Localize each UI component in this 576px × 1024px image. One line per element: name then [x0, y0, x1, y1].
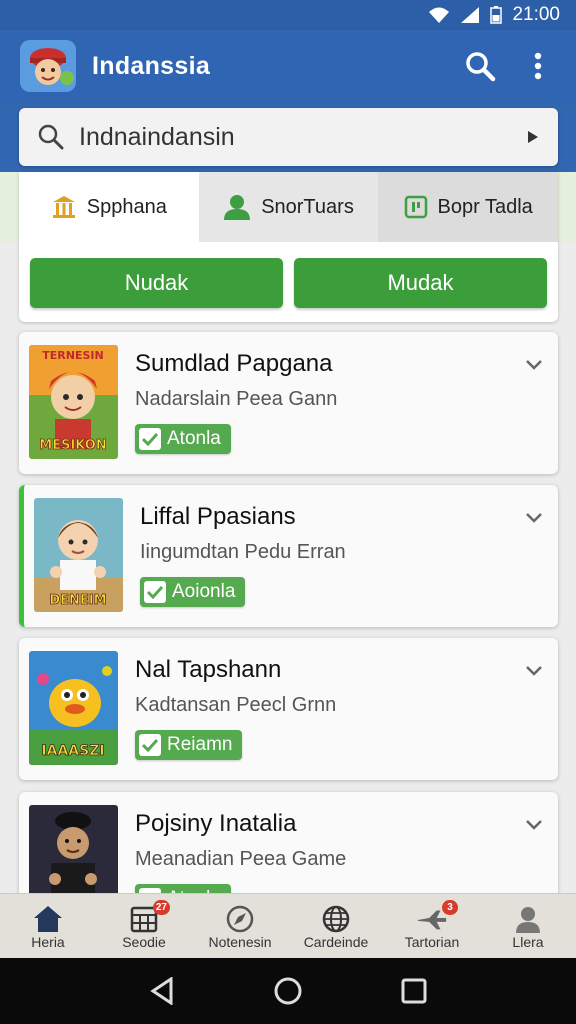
game-title: Pojsiny Inatalia [135, 810, 297, 837]
category-tabs: Spphana SnorTuars Bopr Tadla [19, 172, 558, 242]
back-icon[interactable] [149, 977, 175, 1005]
signal-icon [461, 7, 480, 23]
nav-label: Cardeinde [303, 934, 369, 950]
status-badge: Aoionla [140, 577, 246, 607]
tab-bopr-tadla[interactable]: Bopr Tadla [378, 172, 558, 242]
nav-item-notenesin[interactable]: Notenesin [192, 894, 288, 958]
more-vert-icon [534, 52, 542, 80]
checkmark-icon [139, 734, 161, 756]
badge-label: Atonla [167, 428, 221, 449]
mudak-button[interactable]: Mudak [294, 258, 547, 308]
game-thumbnail: IAAASZI [29, 651, 118, 765]
game-subtitle: Kadtansan Peecl Grnn [135, 694, 337, 716]
game-subtitle: Meanadian Peea Game [135, 848, 347, 870]
temple-icon [52, 196, 75, 218]
game-title: Sumdlad Papgana [135, 350, 333, 377]
game-card[interactable]: IAAASZI Nal Tapshann Kadtansan Peecl Grn… [19, 638, 558, 780]
status-badge: Reiamn [135, 730, 243, 760]
badge-label: Aoionla [172, 581, 236, 602]
nav-label: Notenesin [208, 934, 272, 950]
nav-label: Seodie [122, 934, 166, 950]
tab-snortuars[interactable]: SnorTuars [198, 172, 379, 242]
home-icon [34, 906, 62, 932]
game-subtitle: Nadarslain Peea Gann [135, 388, 338, 410]
chevron-down-icon[interactable] [522, 352, 546, 376]
home-circle-icon[interactable] [273, 976, 303, 1006]
nav-label: Llera [512, 934, 544, 950]
tab-label: SnorTuars [261, 195, 354, 218]
chevron-down-icon[interactable] [522, 658, 546, 682]
notification-badge: 3 [442, 900, 458, 915]
game-subtitle: Iingumdtan Pedu Erran [140, 541, 346, 563]
recents-icon[interactable] [401, 978, 427, 1004]
thumb-text: DENEIM [49, 593, 106, 608]
game-title: Nal Tapshann [135, 656, 282, 683]
search-icon [38, 124, 64, 150]
background-strip [0, 172, 19, 242]
status-time: 21:00 [512, 4, 560, 25]
notification-badge: 27 [152, 900, 170, 915]
thumb-text: TERNESIN [42, 349, 103, 362]
more-options-button[interactable] [516, 44, 560, 88]
search-area: Indnaindansin [0, 102, 576, 172]
nav-label: Tartorian [404, 934, 460, 950]
thumb-text: MESIKON [39, 438, 106, 453]
person-icon [224, 195, 251, 220]
system-navigation-bar [0, 958, 576, 1024]
app-bar: Indanssia [0, 30, 576, 102]
chevron-down-icon[interactable] [522, 812, 546, 836]
search-value: Indnaindansin [79, 122, 235, 151]
game-thumbnail: DENEIM [34, 498, 123, 612]
game-card[interactable]: TERNESIN MESIKON Sumdlad Papgana Nadarsl… [19, 332, 558, 474]
background-strip [558, 172, 576, 242]
nav-item-cardeinde[interactable]: Cardeinde [288, 894, 384, 958]
profile-icon [516, 907, 540, 933]
game-thumbnail: TERNESIN MESIKON [29, 345, 118, 459]
status-bar: 21:00 [0, 0, 576, 30]
tab-label: Spphana [86, 195, 167, 218]
game-title: Liffal Ppasians [140, 503, 296, 530]
app-logo [20, 40, 76, 92]
tab-spphana[interactable]: Spphana [19, 172, 199, 242]
checkmark-icon [139, 428, 161, 450]
action-buttons: Nudak Mudak [19, 242, 558, 308]
tab-label: Bopr Tadla [437, 195, 533, 218]
globe-icon [322, 905, 350, 933]
nav-item-tartorian[interactable]: 3 Tartorian [384, 894, 480, 958]
thumb-text: IAAASZI [41, 743, 104, 759]
filter-card: Spphana SnorTuars Bopr Tadla Nudak Mudak [19, 172, 558, 322]
status-badge: Atonla [135, 424, 231, 454]
battery-icon [490, 6, 503, 24]
chevron-down-icon[interactable] [522, 505, 546, 529]
book-icon [404, 195, 427, 219]
game-card[interactable]: DENEIM Liffal Ppasians Iingumdtan Pedu E… [19, 485, 558, 627]
bottom-navigation: Heria 27 Seodie Notenesin Cardeinde 3 Ta… [0, 893, 576, 958]
search-icon [466, 52, 496, 82]
app-title: Indanssia [92, 51, 211, 80]
checkmark-icon [144, 581, 166, 603]
search-input[interactable]: Indnaindansin [19, 108, 558, 166]
compass-icon [226, 905, 254, 933]
search-button[interactable] [458, 44, 502, 88]
wifi-icon [429, 7, 450, 23]
nav-label: Heria [31, 934, 65, 950]
play-arrow-icon[interactable] [526, 130, 540, 144]
nav-item-heria[interactable]: Heria [0, 894, 96, 958]
nudak-button[interactable]: Nudak [30, 258, 283, 308]
nav-item-seodie[interactable]: 27 Seodie [96, 894, 192, 958]
nav-item-llera[interactable]: Llera [480, 894, 576, 958]
badge-label: Reiamn [167, 734, 233, 755]
